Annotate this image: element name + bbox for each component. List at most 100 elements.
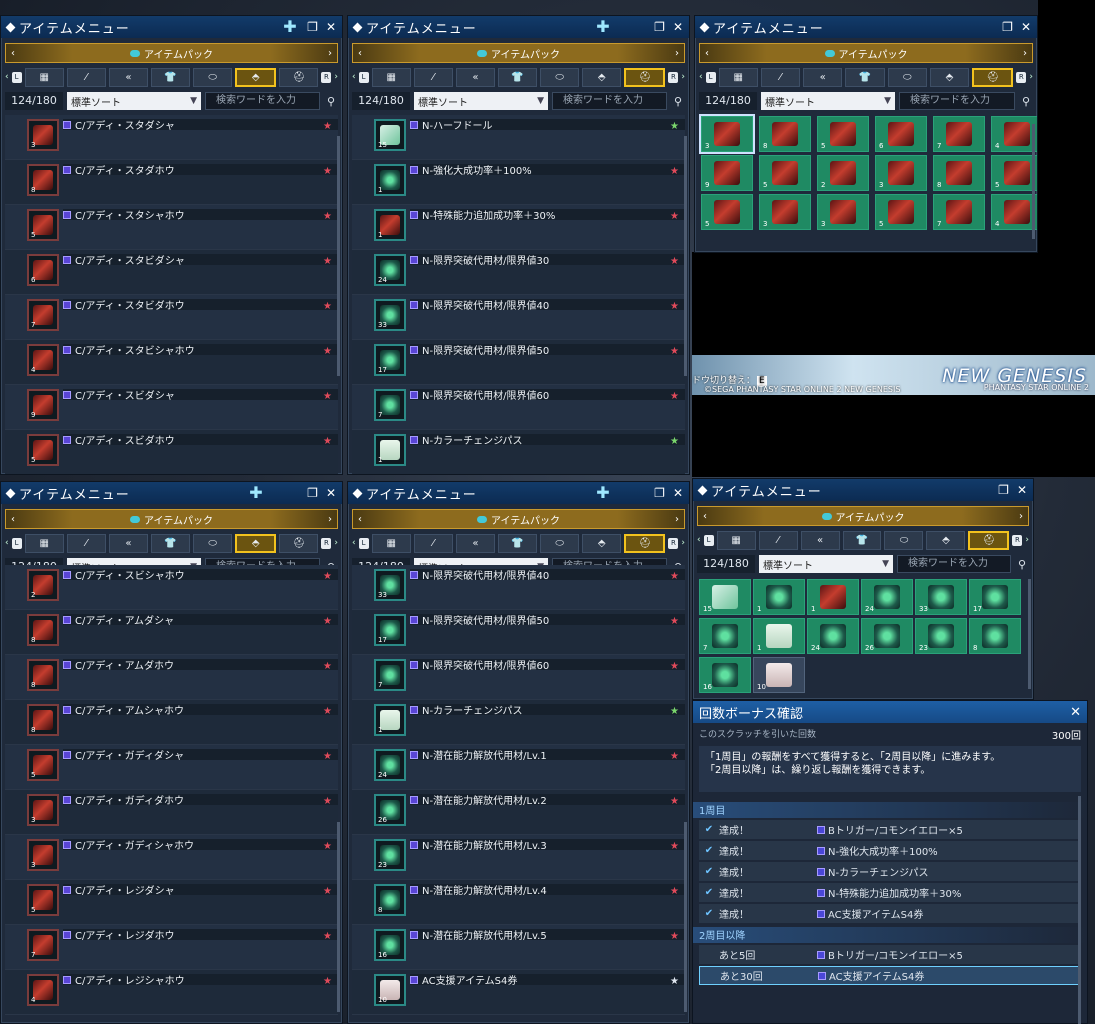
prev-arrow-icon[interactable]: ‹ bbox=[11, 514, 15, 525]
favorite-star-icon[interactable]: ★ bbox=[670, 346, 679, 357]
favorite-star-icon[interactable]: ★ bbox=[323, 796, 332, 807]
tab-grid[interactable]: ▦ bbox=[24, 533, 64, 553]
window-titlebar[interactable]: アイテムメニュー ✚ ❐ ✕ bbox=[1, 482, 342, 504]
search-icon[interactable]: ⚲ bbox=[324, 95, 338, 108]
prev-arrow-icon[interactable]: ‹ bbox=[358, 514, 362, 525]
list-item[interactable]: 4 C/アディ・レジシャホウ ★ bbox=[5, 970, 338, 1015]
resize-icon[interactable]: ❐ bbox=[307, 20, 318, 34]
search-input[interactable]: 検索ワードを入力 bbox=[899, 92, 1015, 110]
list-item[interactable]: 5 C/アディ・スタシャホウ ★ bbox=[5, 205, 338, 250]
bonus-row[interactable]: ✔ 達成！ Bトリガー/コモンイエロー×5 bbox=[699, 820, 1079, 839]
list-item[interactable]: 1 N-強化大成功率＋100% ★ bbox=[352, 160, 685, 205]
tab-wing[interactable]: « bbox=[800, 530, 840, 550]
shoulder-l-icon[interactable]: L bbox=[705, 71, 716, 83]
grid-cell[interactable]: 3 bbox=[759, 194, 811, 230]
tab-next-icon[interactable]: › bbox=[1029, 72, 1033, 82]
prev-arrow-icon[interactable]: ‹ bbox=[705, 48, 709, 59]
next-arrow-icon[interactable]: › bbox=[328, 48, 332, 59]
close-icon[interactable]: ✕ bbox=[673, 20, 683, 34]
list-item[interactable]: 5 C/アディ・ガディダシャ ★ bbox=[5, 745, 338, 790]
grid-cell[interactable]: 10 bbox=[753, 657, 805, 693]
grid-scrollbar[interactable] bbox=[1028, 579, 1031, 689]
sort-dropdown[interactable]: 標準ソート ▼ bbox=[761, 92, 895, 110]
tab-bag[interactable]: ⛑ bbox=[972, 67, 1014, 87]
bonus-row[interactable]: ✔ 達成！ AC支援アイテムS4券 bbox=[699, 904, 1079, 923]
list-item[interactable]: 8 C/アディ・アムダシャ ★ bbox=[5, 610, 338, 655]
window-titlebar[interactable]: アイテムメニュー ❐ ✕ bbox=[693, 479, 1033, 501]
favorite-star-icon[interactable]: ★ bbox=[670, 886, 679, 897]
grid-cell[interactable]: 8 bbox=[933, 155, 985, 191]
tab-capsule[interactable]: ⬭ bbox=[193, 533, 233, 553]
list-item[interactable]: 5 C/アディ・レジダシャ ★ bbox=[5, 880, 338, 925]
prev-arrow-icon[interactable]: ‹ bbox=[703, 511, 707, 522]
grid-cell[interactable]: 3 bbox=[699, 114, 755, 154]
list-item[interactable]: 17 N-限界突破代用材/限界値50 ★ bbox=[352, 340, 685, 385]
favorite-star-icon[interactable]: ★ bbox=[323, 211, 332, 222]
next-arrow-icon[interactable]: › bbox=[675, 514, 679, 525]
sort-dropdown[interactable]: 標準ソート ▼ bbox=[414, 92, 548, 110]
favorite-star-icon[interactable]: ★ bbox=[670, 571, 679, 582]
favorite-star-icon[interactable]: ★ bbox=[323, 436, 332, 447]
search-input[interactable]: 検索ワードを入力 bbox=[897, 555, 1011, 573]
tab-bag[interactable]: ⛑ bbox=[968, 530, 1010, 550]
favorite-star-icon[interactable]: ★ bbox=[670, 976, 679, 987]
sort-dropdown[interactable]: 標準ソート ▼ bbox=[759, 555, 893, 573]
favorite-star-icon[interactable]: ★ bbox=[323, 886, 332, 897]
shoulder-r-icon[interactable]: R bbox=[1012, 534, 1023, 546]
tab-wing[interactable]: « bbox=[803, 67, 843, 87]
favorite-star-icon[interactable]: ★ bbox=[323, 121, 332, 132]
tab-diamond-box[interactable]: ⬘ bbox=[235, 533, 277, 553]
grid-cell[interactable]: 5 bbox=[759, 155, 811, 191]
grid-cell[interactable]: 15 bbox=[699, 579, 751, 615]
favorite-star-icon[interactable]: ★ bbox=[323, 751, 332, 762]
favorite-star-icon[interactable]: ★ bbox=[323, 616, 332, 627]
tab-diamond-box[interactable]: ⬘ bbox=[582, 67, 622, 87]
grid-cell[interactable]: 9 bbox=[701, 155, 753, 191]
tab-next-icon[interactable]: › bbox=[681, 538, 685, 548]
grid-cell[interactable]: 4 bbox=[991, 116, 1037, 152]
close-icon[interactable]: ✕ bbox=[326, 486, 336, 500]
bonus-row[interactable]: ✔ 達成！ N-カラーチェンジパス bbox=[699, 862, 1079, 881]
tab-sword[interactable]: ⁄ bbox=[66, 533, 106, 553]
shoulder-r-icon[interactable]: R bbox=[321, 71, 332, 83]
tab-shirt[interactable]: 👕 bbox=[497, 533, 538, 553]
tab-diamond-box[interactable]: ⬘ bbox=[582, 533, 622, 553]
favorite-star-icon[interactable]: ★ bbox=[670, 796, 679, 807]
tab-grid[interactable]: ▦ bbox=[716, 530, 756, 550]
next-arrow-icon[interactable]: › bbox=[675, 48, 679, 59]
favorite-star-icon[interactable]: ★ bbox=[670, 661, 679, 672]
grid-cell[interactable]: 3 bbox=[875, 155, 927, 191]
grid-cell[interactable]: 17 bbox=[969, 579, 1021, 615]
grid-cell[interactable]: 26 bbox=[861, 618, 913, 654]
tab-capsule[interactable]: ⬭ bbox=[540, 67, 580, 87]
favorite-star-icon[interactable]: ★ bbox=[670, 166, 679, 177]
close-icon[interactable]: ✕ bbox=[1017, 483, 1027, 497]
search-input[interactable]: 検索ワードを入力 bbox=[552, 92, 667, 110]
shoulder-r-icon[interactable]: R bbox=[321, 537, 332, 549]
favorite-star-icon[interactable]: ★ bbox=[670, 616, 679, 627]
grid-cell[interactable]: 24 bbox=[861, 579, 913, 615]
list-item[interactable]: 4 C/アディ・スタビシャホウ ★ bbox=[5, 340, 338, 385]
list-item[interactable]: 2 C/アディ・スビシャホウ ★ bbox=[5, 565, 338, 610]
grid-cell[interactable]: 2 bbox=[817, 155, 869, 191]
grid-cell[interactable]: 4 bbox=[991, 194, 1037, 230]
list-item[interactable]: 5 C/アディ・スビダホウ ★ bbox=[5, 430, 338, 474]
grid-cell[interactable]: 3 bbox=[817, 194, 869, 230]
tab-capsule[interactable]: ⬭ bbox=[540, 533, 580, 553]
window-titlebar[interactable]: アイテムメニュー ✚ ❐ ✕ bbox=[1, 16, 342, 38]
tab-prev-icon[interactable]: ‹ bbox=[5, 72, 9, 82]
list-scrollbar[interactable] bbox=[684, 136, 687, 376]
favorite-star-icon[interactable]: ★ bbox=[670, 706, 679, 717]
shoulder-l-icon[interactable]: L bbox=[358, 71, 369, 83]
list-item[interactable]: 17 N-限界突破代用材/限界値50 ★ bbox=[352, 610, 685, 655]
tab-prev-icon[interactable]: ‹ bbox=[5, 538, 9, 548]
tab-wing[interactable]: « bbox=[455, 533, 495, 553]
tab-sword[interactable]: ⁄ bbox=[413, 533, 453, 553]
bonus-row[interactable]: ✔ 達成！ N-強化大成功率＋100% bbox=[699, 841, 1079, 860]
favorite-star-icon[interactable]: ★ bbox=[670, 301, 679, 312]
shoulder-l-icon[interactable]: L bbox=[358, 537, 369, 549]
tab-shirt[interactable]: 👕 bbox=[150, 533, 191, 553]
tab-wing[interactable]: « bbox=[108, 533, 148, 553]
close-icon[interactable]: ✕ bbox=[1021, 20, 1031, 34]
tab-wing[interactable]: « bbox=[108, 67, 148, 87]
